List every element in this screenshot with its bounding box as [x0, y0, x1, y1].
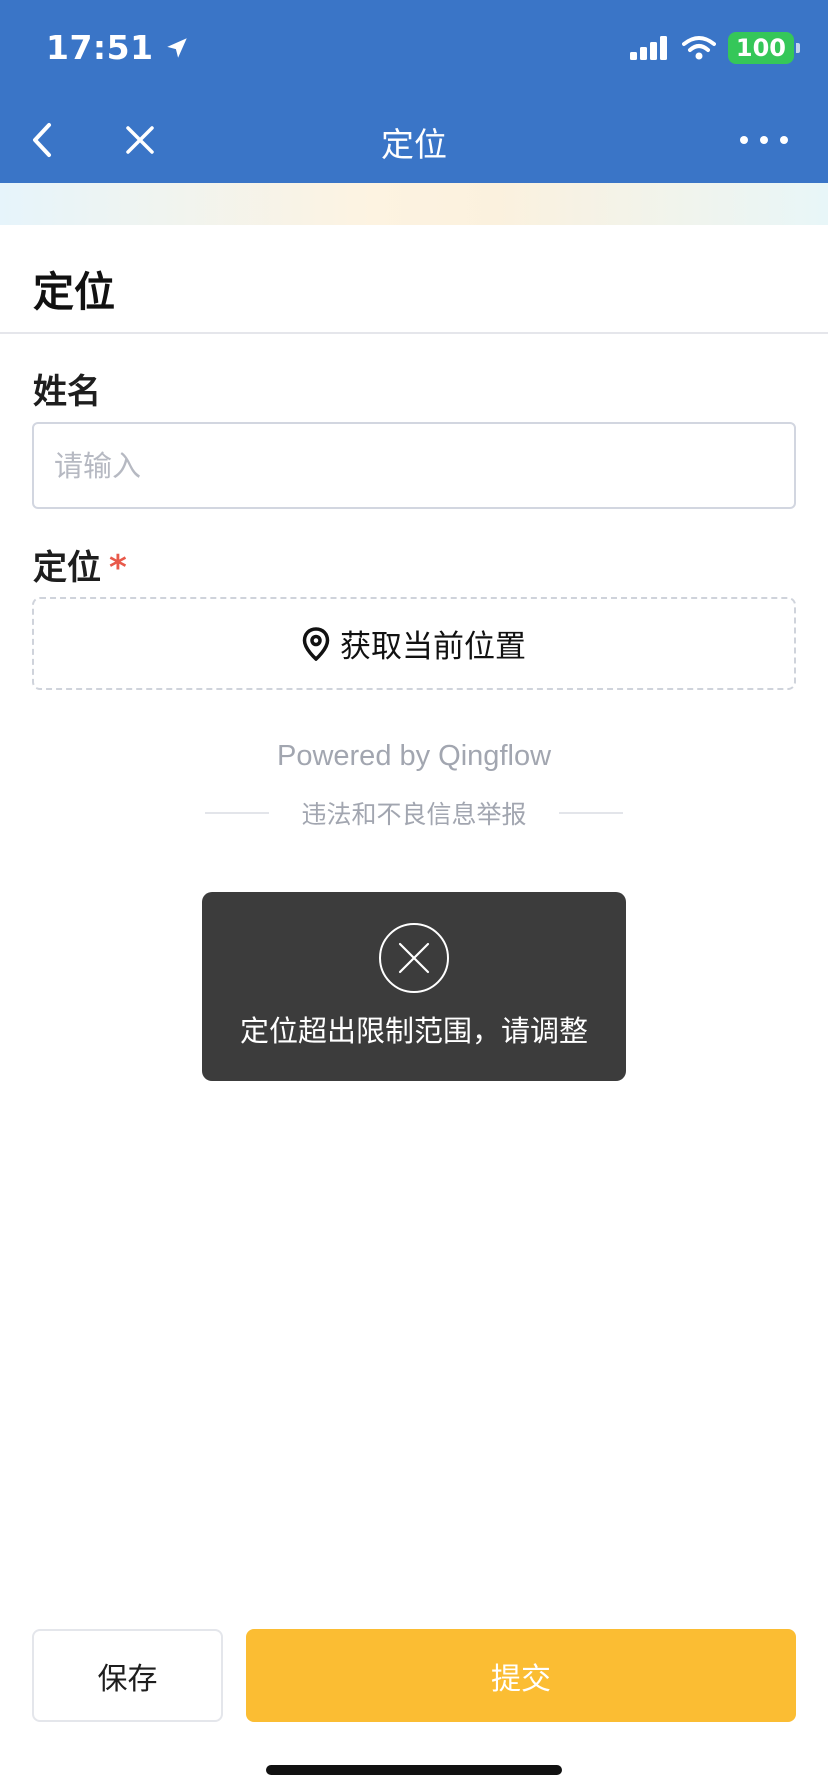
location-pin-icon — [302, 626, 330, 661]
location-arrow-icon — [166, 37, 187, 58]
error-toast: 定位超出限制范围，请调整 — [202, 892, 626, 1081]
name-field-label: 姓名 — [33, 372, 101, 412]
report-row: 违法和不良信息举报 — [205, 795, 623, 831]
toast-message: 定位超出限制范围，请调整 — [239, 1014, 588, 1048]
divider — [0, 332, 828, 334]
more-button[interactable] — [740, 128, 788, 152]
more-icon-dot — [780, 136, 788, 144]
location-field-label-text: 定位 — [33, 548, 101, 588]
top-bar: 17:51 100 定位 — [0, 0, 828, 183]
required-mark: * — [109, 548, 127, 588]
close-circle-icon — [379, 923, 449, 993]
status-time-text: 17:51 — [46, 28, 154, 67]
signal-icon — [629, 36, 667, 60]
location-field-label: 定位 * — [33, 540, 127, 589]
more-icon-dot — [740, 136, 748, 144]
form-title: 定位 — [33, 268, 115, 316]
submit-button[interactable]: 提交 — [246, 1629, 796, 1722]
page: 17:51 100 定位 定位 姓名 请输入 定位 * 获取当前位置 Power… — [0, 0, 828, 1792]
report-divider-right — [558, 812, 623, 814]
status-indicators: 100 — [629, 32, 801, 64]
get-location-button[interactable]: 获取当前位置 — [32, 597, 796, 690]
save-button[interactable]: 保存 — [32, 1629, 223, 1722]
home-indicator — [266, 1765, 562, 1775]
powered-by: Powered by Qingflow — [276, 740, 552, 772]
status-time: 17:51 — [46, 28, 190, 67]
header-banner — [0, 183, 828, 225]
report-divider-left — [205, 812, 269, 814]
more-icon-dot — [760, 136, 768, 144]
battery-indicator: 100 — [727, 32, 801, 64]
wifi-icon — [681, 36, 716, 60]
name-input[interactable] — [32, 422, 796, 509]
nav-title: 定位 — [381, 125, 447, 164]
get-location-label: 获取当前位置 — [340, 629, 526, 665]
report-link[interactable]: 违法和不良信息举报 — [301, 795, 526, 831]
